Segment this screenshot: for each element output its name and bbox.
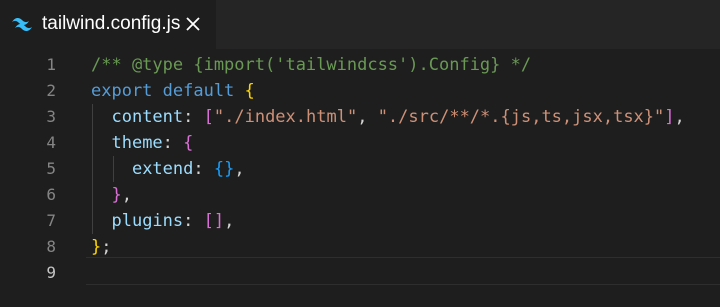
tab-tailwind-config[interactable]: tailwind.config.js [0, 0, 216, 49]
close-icon[interactable] [183, 14, 203, 34]
code-line-1[interactable]: /** @type {import('tailwindcss').Config}… [91, 52, 531, 78]
code-line-7[interactable]: plugins: [], [91, 208, 234, 234]
string: "./index.html" [213, 107, 358, 127]
comment: /** @type {import('tailwindcss').Config}… [91, 55, 532, 75]
code-line-5[interactable]: extend: {}, [91, 156, 245, 182]
punctuation: , [357, 107, 368, 127]
property: content [111, 107, 184, 127]
bracket: [ [203, 107, 214, 127]
current-line-highlight [86, 257, 720, 285]
line-number-gutter: 1 2 3 4 5 6 7 8 9 [0, 49, 70, 307]
tailwind-icon [11, 15, 33, 33]
code-line-6[interactable]: }, [91, 182, 132, 208]
punctuation: : [183, 211, 194, 231]
code-line-2[interactable]: export default { [91, 78, 255, 104]
tab-label: tailwind.config.js [42, 13, 181, 34]
line-number: 5 [46, 159, 56, 178]
line-number: 3 [46, 107, 56, 126]
code-line-8[interactable]: }; [91, 234, 112, 260]
line-number: 2 [46, 81, 56, 100]
punctuation: , [674, 107, 685, 127]
punctuation: : [193, 159, 204, 179]
code-editor[interactable]: 1 2 3 4 5 6 7 8 9 /** @type {import('tai… [0, 49, 720, 307]
property: extend [131, 159, 194, 179]
code-line-3[interactable]: content: ["./index.html", "./src/**/*.{j… [91, 104, 685, 130]
bracket: ] [664, 107, 675, 127]
brace: { [244, 81, 255, 101]
line-number: 7 [46, 211, 56, 230]
brace: {} [213, 159, 235, 179]
line-number: 4 [46, 133, 56, 152]
code-line-4[interactable]: theme: { [91, 130, 193, 156]
bracket: [] [203, 211, 225, 231]
punctuation: : [183, 107, 194, 127]
brace: } [111, 185, 122, 205]
line-number: 1 [46, 55, 56, 74]
line-number-active: 9 [46, 263, 56, 282]
punctuation: : [162, 133, 173, 153]
tab-bar: tailwind.config.js [0, 0, 720, 49]
line-number: 6 [46, 185, 56, 204]
punctuation: , [234, 159, 245, 179]
brace: { [183, 133, 194, 153]
punctuation: , [121, 185, 132, 205]
punctuation: , [224, 211, 235, 231]
property: plugins [111, 211, 184, 231]
string: "./src/**/*.{js,ts,jsx,tsx}" [377, 107, 665, 127]
punctuation: ; [101, 237, 112, 257]
line-number: 8 [46, 237, 56, 256]
brace: } [91, 237, 102, 257]
property: theme [111, 133, 163, 153]
keyword: export default [91, 81, 235, 101]
